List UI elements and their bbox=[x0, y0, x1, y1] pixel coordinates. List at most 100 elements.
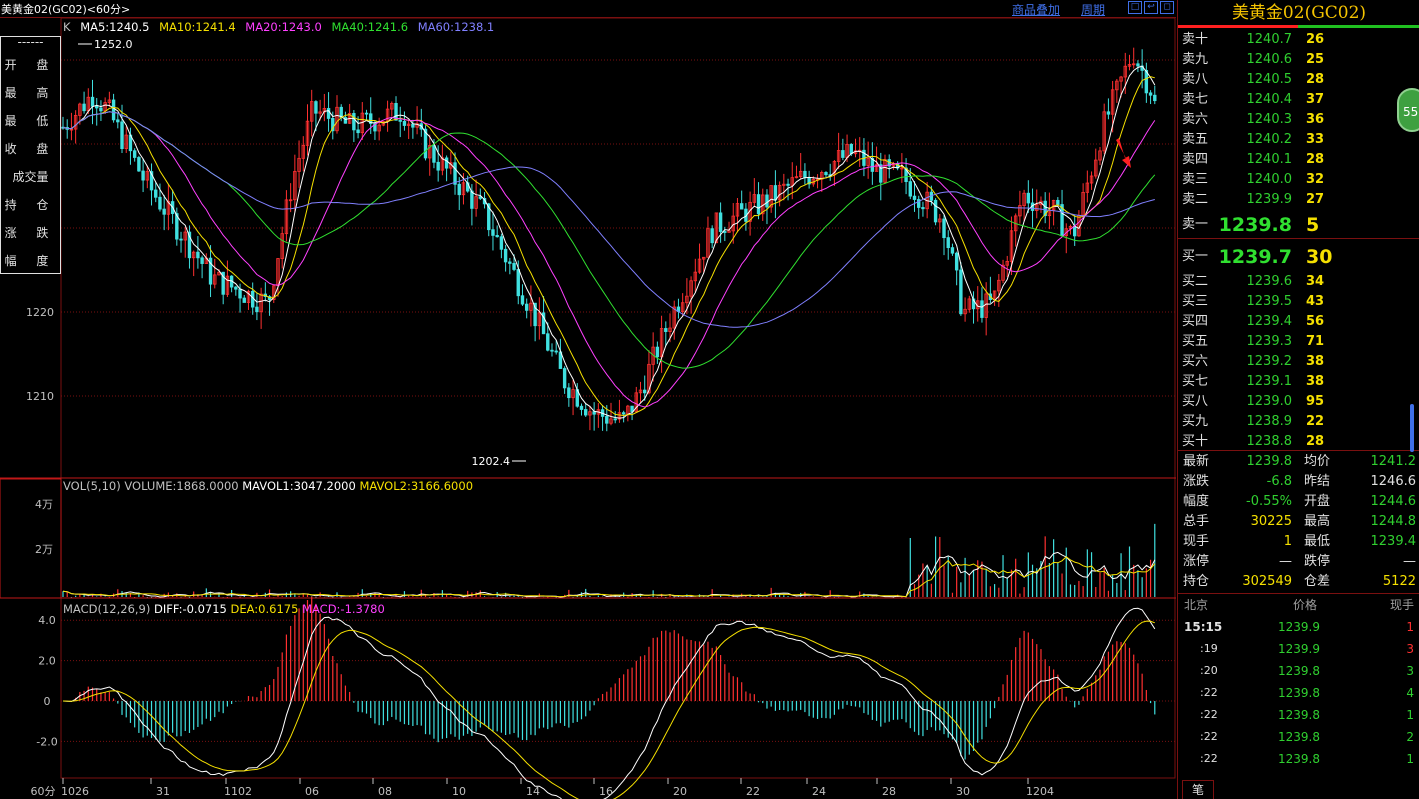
info-open-label: 开 盘 bbox=[4, 58, 57, 72]
back-icon[interactable]: ↩ bbox=[1144, 1, 1158, 14]
order-volume: 25 bbox=[1306, 52, 1325, 67]
stat-right-label: 最高 bbox=[1304, 514, 1331, 529]
restore-icon[interactable]: □ bbox=[1128, 1, 1142, 14]
x-axis-label: 22 bbox=[746, 785, 760, 798]
floating-ball[interactable]: 55 bbox=[1397, 88, 1419, 132]
sell-level-row[interactable]: 卖十 1240.7 26 bbox=[1178, 30, 1419, 50]
order-level-label: 卖八 bbox=[1182, 72, 1209, 87]
stat-left-value: 30225 bbox=[1250, 514, 1292, 529]
sell-level-row[interactable]: 卖八 1240.5 28 bbox=[1178, 70, 1419, 90]
sell-level-row[interactable]: 卖七 1240.4 37 bbox=[1178, 90, 1419, 110]
period-link[interactable]: 周期 bbox=[1081, 1, 1105, 18]
fullscreen-icon[interactable]: ◻ bbox=[1160, 1, 1174, 14]
order-price: 1239.5 bbox=[1246, 294, 1293, 309]
buy-level-row[interactable]: 买七 1239.1 38 bbox=[1178, 372, 1419, 392]
sell-level-row[interactable]: 卖五 1240.2 33 bbox=[1178, 130, 1419, 150]
info-oi-label: 持 仓 bbox=[4, 198, 57, 212]
buy-level-row[interactable]: 买四 1239.4 56 bbox=[1178, 312, 1419, 332]
quote-panel: 美黄金02(GC02) 卖十 1240.7 26 卖九 1240.6 25 卖八 1240.5… bbox=[1177, 0, 1419, 799]
tick-qty: 3 bbox=[1406, 664, 1414, 678]
order-level-label: 卖四 bbox=[1182, 152, 1209, 167]
buy-level-row[interactable]: 买八 1239.0 95 bbox=[1178, 392, 1419, 412]
order-volume: 56 bbox=[1306, 314, 1325, 329]
plot-border bbox=[60, 18, 1176, 779]
ma60-value: MA60:1238.1 bbox=[417, 20, 495, 34]
overlay-symbol-link[interactable]: 商品叠加 bbox=[1012, 1, 1060, 18]
order-level-label: 买四 bbox=[1182, 314, 1209, 329]
candle-body bbox=[512, 263, 516, 270]
order-volume: 5 bbox=[1306, 214, 1320, 236]
order-price: 1240.4 bbox=[1246, 92, 1293, 107]
stat-right-value: 1244.8 bbox=[1370, 514, 1417, 529]
top-bar: 美黄金02(GC02)<60分> 商品叠加 周期 □ ↩ ◻ bbox=[0, 0, 1176, 18]
candle-body bbox=[1153, 94, 1157, 102]
buy-level-row[interactable]: 买三 1239.5 43 bbox=[1178, 292, 1419, 312]
order-price: 1238.9 bbox=[1246, 414, 1293, 429]
tick-qty: 1 bbox=[1406, 752, 1414, 766]
tick-header-qty: 现手 bbox=[1389, 598, 1414, 612]
stat-left-label: 涨跌 bbox=[1183, 474, 1210, 489]
order-volume: 43 bbox=[1306, 294, 1325, 309]
buy-level-row[interactable]: 买五 1239.3 71 bbox=[1178, 332, 1419, 352]
candle-body bbox=[710, 228, 714, 244]
stat-right-value: 1239.4 bbox=[1370, 534, 1417, 549]
vol-legend-part: MAVOL2:3166.6000 bbox=[359, 479, 473, 493]
sell-level-row[interactable]: 卖三 1240.0 32 bbox=[1178, 170, 1419, 190]
sell-level-row[interactable]: 卖二 1239.9 27 bbox=[1178, 190, 1419, 210]
x-axis-label: 24 bbox=[812, 785, 826, 798]
sell-level-1-row[interactable]: 卖一 1239.8 5 bbox=[1178, 210, 1419, 240]
book-scrollbar[interactable] bbox=[1410, 404, 1414, 452]
info-box-dash: ------ bbox=[17, 35, 44, 49]
sell-level-row[interactable]: 卖六 1240.3 36 bbox=[1178, 110, 1419, 130]
order-level-label: 买八 bbox=[1182, 394, 1209, 409]
tab-ticks[interactable]: 笔 bbox=[1182, 780, 1214, 799]
order-price: 1239.8 bbox=[1218, 214, 1292, 236]
order-price: 1239.2 bbox=[1246, 354, 1293, 369]
order-volume: 26 bbox=[1306, 32, 1325, 47]
candle-body bbox=[137, 157, 141, 172]
tick-row: :20 1239.8 3 bbox=[1178, 660, 1419, 682]
candle-body bbox=[950, 247, 955, 254]
stat-right-value: 5122 bbox=[1382, 574, 1416, 589]
order-level-label: 买三 bbox=[1182, 294, 1209, 309]
stat-left-value: 1239.8 bbox=[1246, 454, 1293, 469]
candle-body bbox=[1148, 92, 1153, 96]
candle-body bbox=[1072, 225, 1077, 237]
candle-body bbox=[398, 119, 402, 122]
book-divider bbox=[1178, 238, 1419, 239]
candle-body bbox=[1136, 63, 1140, 67]
order-price: 1239.0 bbox=[1246, 394, 1293, 409]
info-change-label: 涨 跌 bbox=[4, 226, 57, 240]
buy-level-row[interactable]: 买十 1238.8 28 bbox=[1178, 432, 1419, 452]
macd-tick: 0 bbox=[44, 695, 51, 708]
sell-level-row[interactable]: 卖九 1240.6 25 bbox=[1178, 50, 1419, 70]
candle-body bbox=[841, 150, 845, 158]
ma5-value: MA5:1240.5 bbox=[80, 20, 150, 34]
quote-title: 美黄金02(GC02) bbox=[1231, 3, 1367, 23]
buy-level-1-row[interactable]: 买一 1239.7 30 bbox=[1178, 242, 1419, 272]
candle-body bbox=[946, 237, 950, 249]
title-green-bar bbox=[1298, 25, 1419, 28]
ma40-value: MA40:1241.6 bbox=[331, 20, 409, 34]
sell-level-row[interactable]: 卖四 1240.1 28 bbox=[1178, 150, 1419, 170]
candle-body bbox=[499, 236, 504, 250]
tick-time: :19 bbox=[1200, 642, 1218, 655]
macd-tick: 4.0 bbox=[38, 614, 56, 627]
candle-body bbox=[942, 218, 946, 239]
order-volume: 28 bbox=[1306, 434, 1325, 449]
ma20-line bbox=[62, 111, 1156, 408]
vol-legend-part: MAVOL1:3047.2000 bbox=[242, 479, 359, 493]
buy-level-row[interactable]: 买六 1239.2 38 bbox=[1178, 352, 1419, 372]
tick-price: 1239.8 bbox=[1278, 708, 1320, 722]
order-volume: 28 bbox=[1306, 72, 1325, 87]
x-axis-label: 1102 bbox=[224, 785, 252, 798]
period-label: 60分 bbox=[31, 785, 56, 798]
stat-right-value: 1241.2 bbox=[1370, 454, 1417, 469]
candle-body bbox=[444, 157, 449, 169]
tick-qty: 4 bbox=[1406, 686, 1414, 700]
kline-chart[interactable]: 1220 1210 1252.0 1202.4 4万 2万 VOL(5,10) VOLUME… bbox=[0, 18, 1176, 799]
tick-header-place: 北京 bbox=[1184, 598, 1209, 612]
buy-orders: 买一 1239.7 30 买二 1239.6 34 买三 1239.5 43 买四 1239.4 56… bbox=[1178, 240, 1419, 452]
buy-level-row[interactable]: 买二 1239.6 34 bbox=[1178, 272, 1419, 292]
buy-level-row[interactable]: 买九 1238.9 22 bbox=[1178, 412, 1419, 432]
